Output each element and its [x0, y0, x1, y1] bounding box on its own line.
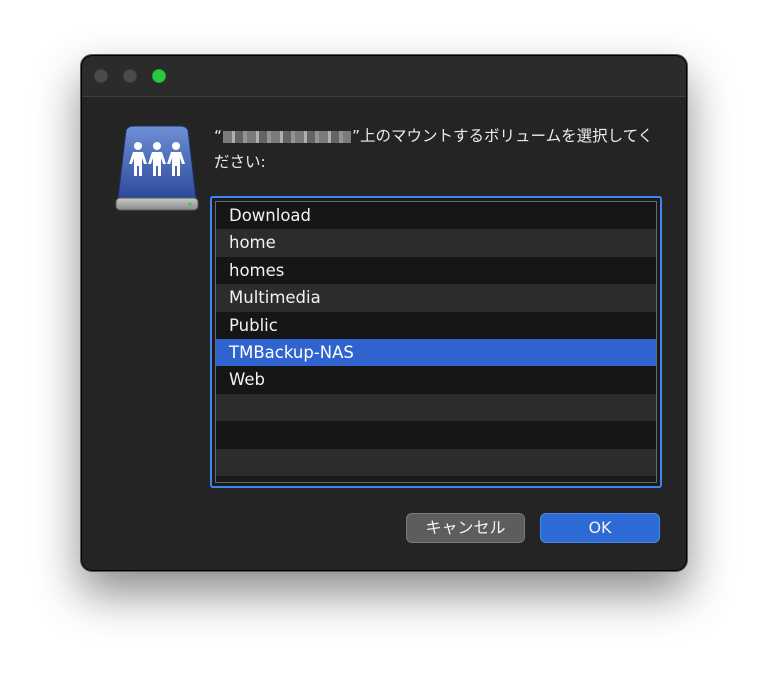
empty-list-row	[216, 421, 656, 449]
minimize-icon[interactable]	[123, 69, 137, 83]
volume-list-item[interactable]: homes	[216, 256, 656, 285]
prompt-open-quote: “	[214, 127, 223, 145]
title-bar	[82, 56, 686, 97]
prompt-text: “”上のマウントするボリュームを選択してください:	[214, 123, 654, 175]
volume-list-item[interactable]: Multimedia	[216, 284, 656, 312]
close-icon[interactable]	[94, 69, 108, 83]
volume-list-item[interactable]: Web	[216, 366, 656, 394]
ok-button[interactable]: OK	[540, 513, 660, 543]
empty-list-row	[216, 448, 656, 476]
redacted-server-name	[223, 130, 352, 143]
volume-list-item[interactable]: Public	[216, 311, 656, 339]
volume-list[interactable]: Download home homes Multimedia Public TMBacku…	[210, 196, 662, 488]
volume-list-item[interactable]: Download	[216, 202, 656, 230]
zoom-icon[interactable]	[152, 69, 166, 83]
cancel-button[interactable]: キャンセル	[406, 513, 525, 543]
volume-list-item[interactable]: TMBackup-NAS	[216, 338, 656, 367]
empty-list-row	[216, 393, 656, 422]
volume-list-item[interactable]: home	[216, 229, 656, 257]
shared-volume-icon	[115, 125, 199, 211]
volume-list-rows: Download home homes Multimedia Public TMBacku…	[215, 201, 657, 483]
